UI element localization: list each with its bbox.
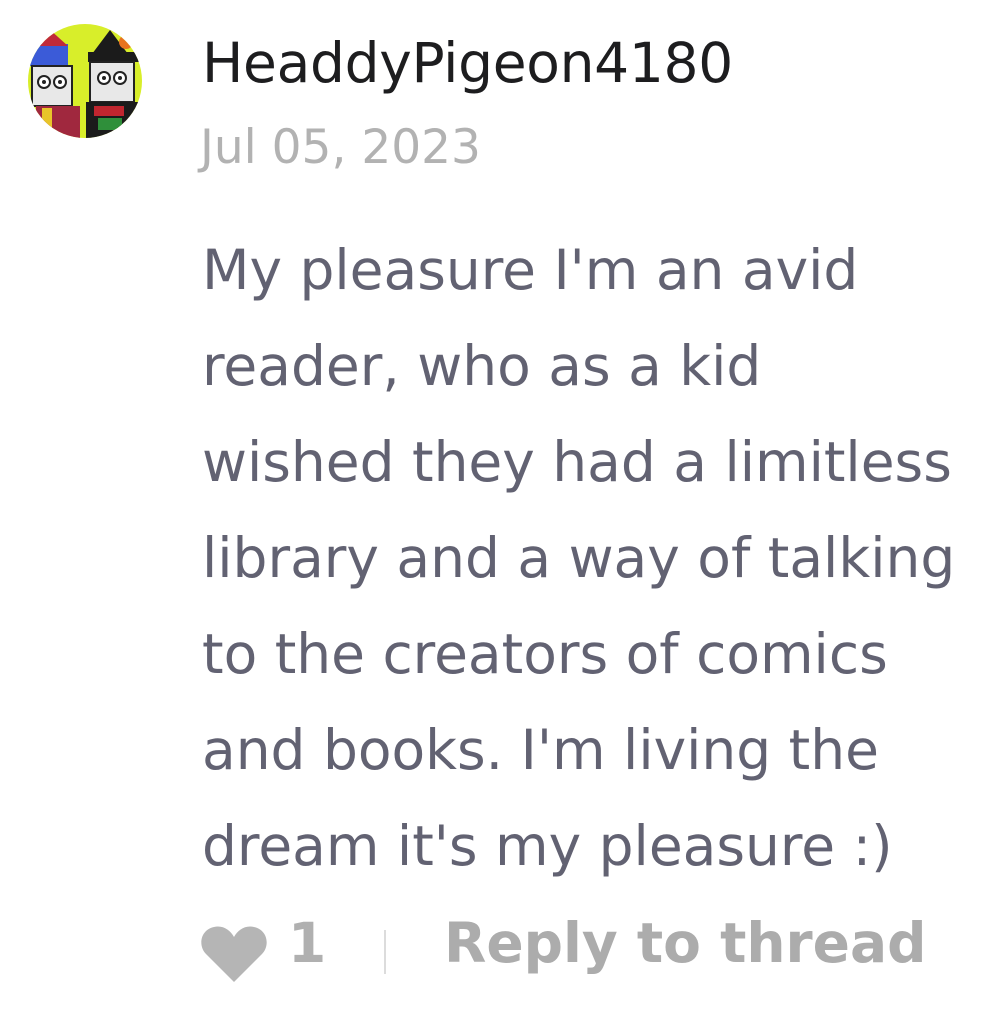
comment-body-line: library and a way of talking [202,526,956,590]
avatar-image [28,24,142,138]
comment-body-line: wished they had a limitless [202,430,952,494]
comment-card: HeaddyPigeon4180 Jul 05, 2023 My pleasur… [0,0,1006,1020]
reply-to-thread-button[interactable]: Reply to thread [444,916,926,971]
comment-body-line: to the creators of comics [202,622,888,686]
comment-date: Jul 05, 2023 [200,120,481,175]
user-avatar-icon[interactable] [28,24,142,138]
actions-divider [384,930,386,974]
comment-actions: 1 Reply to thread [200,906,1006,986]
comment-body-line: and books. I'm living the [202,718,879,782]
comment-body: My pleasure I'm an avid reader, who as a… [202,222,1006,894]
comment-body-line: My pleasure I'm an avid [202,238,859,302]
comment-body-line: dream it's my pleasure :) [202,814,893,878]
heart-icon[interactable] [200,924,268,984]
like-count: 1 [288,911,327,975]
comment-body-line: reader, who as a kid [202,334,762,398]
comment-author[interactable]: HeaddyPigeon4180 [202,36,733,91]
